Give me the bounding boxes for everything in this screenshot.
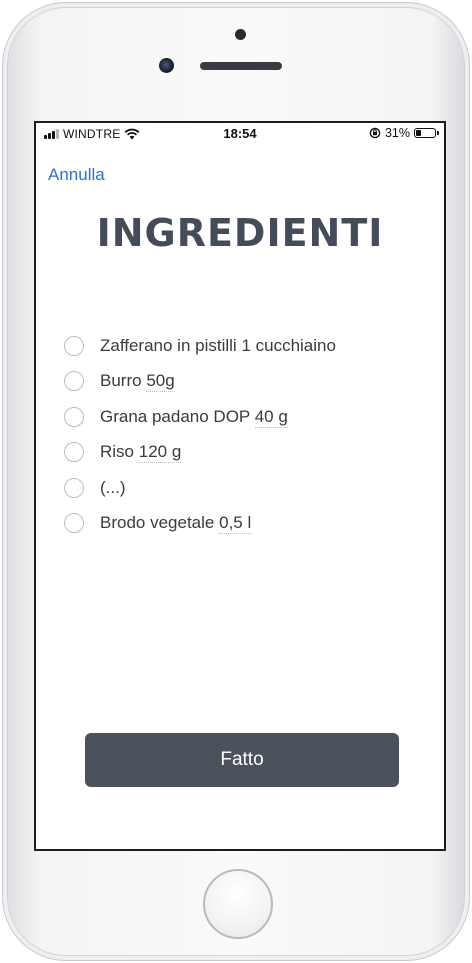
ingredient-quantity: 1 cucchiaino [241, 335, 336, 355]
checkbox-circle-icon[interactable] [64, 406, 84, 427]
list-item[interactable]: Brodo vegetale 0,5 l [64, 506, 434, 542]
ingredient-name: Zafferano in pistilli [100, 335, 237, 355]
phone-frame: WINDTRE 18:54 31% Annulla INGREDIENTI Za… [2, 2, 470, 961]
ingredient-label: (...) [100, 478, 126, 498]
done-button[interactable]: Fatto [85, 733, 399, 787]
ingredient-name: Grana padano DOP [100, 406, 250, 426]
screen: WINDTRE 18:54 31% Annulla INGREDIENTI Za… [34, 121, 446, 851]
list-item[interactable]: Burro 50g [64, 364, 434, 400]
home-button[interactable] [203, 869, 273, 939]
ingredient-name: Brodo vegetale [100, 513, 215, 533]
list-item[interactable]: Riso 120 g [64, 435, 434, 471]
earpiece-speaker [200, 62, 282, 70]
ingredient-name: (...) [100, 477, 126, 497]
ingredient-label: Riso 120 g [100, 442, 182, 464]
checkbox-circle-icon[interactable] [64, 477, 84, 498]
ingredient-quantity: 50g [146, 371, 175, 393]
battery-level [416, 130, 421, 136]
ingredient-list: Zafferano in pistilli 1 cucchiaino Burro … [64, 328, 434, 541]
cancel-button[interactable]: Annulla [48, 165, 105, 185]
list-item[interactable]: (...) [64, 470, 434, 506]
battery-percent: 31% [384, 126, 410, 140]
ingredient-name: Riso [100, 442, 135, 462]
ingredient-label: Brodo vegetale 0,5 l [100, 513, 252, 535]
checkbox-circle-icon[interactable] [64, 442, 84, 463]
page-title: INGREDIENTI [96, 211, 384, 255]
checkbox-circle-icon[interactable] [64, 335, 84, 356]
proximity-sensor [235, 29, 246, 40]
list-item[interactable]: Grana padano DOP 40 g [64, 399, 434, 435]
checkbox-circle-icon[interactable] [64, 371, 84, 392]
ingredient-label: Burro 50g [100, 371, 175, 393]
status-bar: WINDTRE 18:54 31% [36, 123, 444, 145]
list-item[interactable]: Zafferano in pistilli 1 cucchiaino [64, 328, 434, 364]
battery-icon [414, 128, 439, 138]
ingredient-name: Burro [100, 371, 142, 391]
ingredient-quantity: 120 g [138, 442, 182, 464]
front-camera [159, 58, 174, 73]
ingredient-quantity: 40 g [254, 406, 288, 428]
ingredient-label: Zafferano in pistilli 1 cucchiaino [100, 336, 336, 356]
ingredient-quantity: 0,5 l [219, 513, 252, 535]
orientation-lock-icon [369, 127, 381, 139]
checkbox-circle-icon[interactable] [64, 513, 84, 534]
ingredient-label: Grana padano DOP 40 g [100, 406, 288, 428]
status-right: 31% [369, 126, 439, 140]
